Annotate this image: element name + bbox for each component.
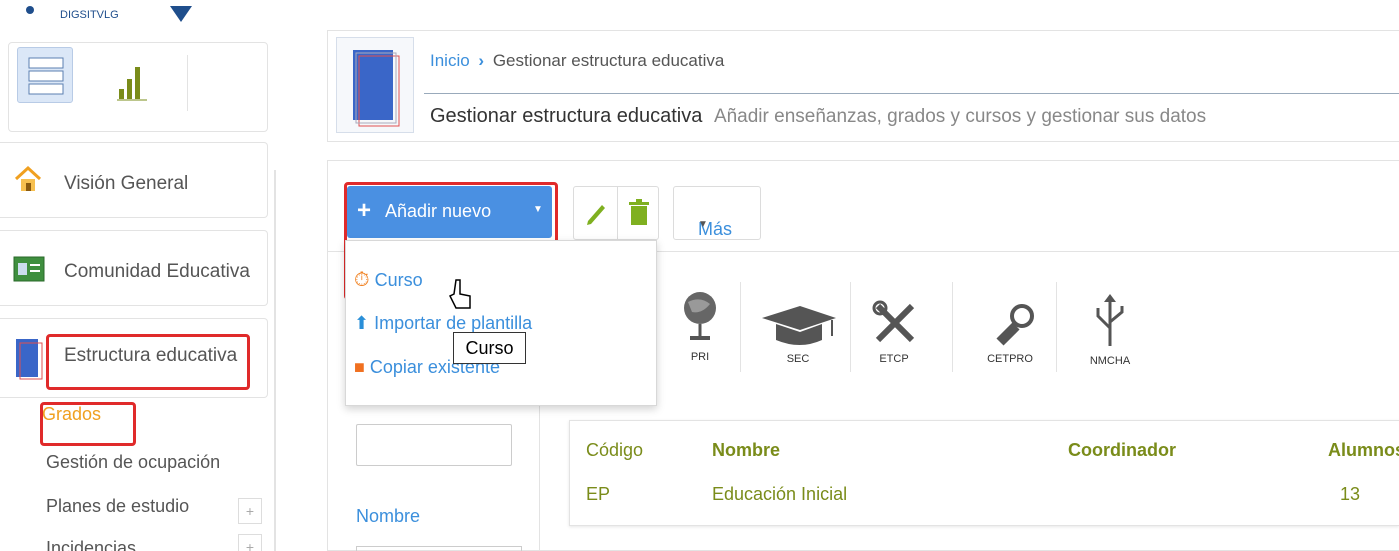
pencil-icon[interactable]: [584, 199, 608, 232]
sidebar-item-comunidad-educativa[interactable]: Comunidad Educativa: [0, 230, 268, 306]
level-pri[interactable]: PRI: [680, 286, 720, 363]
tools-icon: [872, 300, 915, 343]
subnav-planes-estudio[interactable]: Planes de estudio: [46, 496, 189, 517]
home-icon: [12, 163, 44, 200]
level-cetpro[interactable]: CETPRO: [980, 300, 1040, 365]
level-code: SEC: [786, 353, 810, 365]
page-title-text: Gestionar estructura educativa: [430, 105, 703, 127]
cell-nombre[interactable]: Educación Inicial: [712, 484, 847, 505]
divider: [1056, 282, 1057, 372]
logo-icon: DIGSITVLG: [26, 6, 192, 22]
dropdown-item-label: Curso: [374, 270, 423, 290]
add-new-dropdown: ⏱ Curso ⬆ Importar de plantilla ■ Copiar…: [345, 240, 657, 406]
plus-icon: +: [357, 197, 372, 224]
sidebar-border: [274, 170, 276, 551]
level-code: ETCP: [879, 353, 909, 365]
level-sec[interactable]: SEC: [758, 300, 838, 365]
divider: [850, 282, 851, 372]
column-header-alumnos[interactable]: Alumnos: [1328, 440, 1399, 461]
logo-text: DIGSITVLG: [60, 9, 119, 21]
sidebar-logo: DIGSITVLG: [20, 0, 220, 36]
cell-codigo[interactable]: EP: [586, 484, 610, 505]
column-header-coordinador[interactable]: Coordinador: [1068, 440, 1176, 461]
stopwatch-icon: ⏱: [354, 269, 370, 291]
divider: [740, 282, 741, 372]
edit-delete-group: [573, 186, 659, 240]
column-header-nombre[interactable]: Nombre: [712, 440, 780, 461]
subnav-grados[interactable]: Grados: [42, 404, 101, 425]
sidebar-mode-switcher: [8, 42, 268, 132]
data-table: [569, 420, 1399, 526]
page-title: Gestionar estructura educativa Añadir en…: [430, 105, 1206, 128]
trash-icon[interactable]: [628, 199, 650, 232]
level-code: NMCHA: [1089, 355, 1131, 367]
page-header: Inicio › Gestionar estructura educativa …: [327, 30, 1399, 142]
hand-cursor-icon: [448, 278, 474, 317]
breadcrumb: Inicio › Gestionar estructura educativa: [430, 51, 724, 71]
sidebar-item-label: Estructura educativa: [64, 345, 238, 366]
more-button[interactable]: Más ▼: [673, 186, 761, 240]
sidebar-item-label: Comunidad Educativa: [64, 261, 250, 282]
name-filter-input[interactable]: [356, 546, 522, 551]
graduation-cap-icon: [762, 306, 836, 345]
add-new-label: Añadir nuevo: [385, 201, 492, 221]
divider: [187, 55, 188, 111]
list-view-icon[interactable]: [17, 47, 73, 103]
book-icon: [336, 37, 414, 133]
stats-view-icon[interactable]: [117, 61, 147, 101]
page-subtitle: Añadir enseñanzas, grados y cursos y ges…: [713, 106, 1207, 127]
cell-alumnos: 13: [1340, 484, 1361, 504]
usb-icon: [1096, 294, 1124, 346]
tooltip: Curso: [453, 332, 526, 364]
chevron-down-icon: ▼: [698, 219, 708, 230]
level-nmcha[interactable]: NMCHA: [1080, 292, 1140, 367]
import-icon: ⬆: [354, 313, 370, 333]
level-etcp[interactable]: ETCP: [872, 300, 916, 365]
expand-planes-button[interactable]: +: [238, 498, 262, 524]
filter-name-label: Nombre: [356, 506, 421, 526]
level-code: PRI: [690, 351, 710, 363]
breadcrumb-home-link[interactable]: Inicio: [430, 51, 470, 70]
filter-panel: [340, 400, 540, 551]
subnav-incidencias[interactable]: Incidencias: [46, 538, 136, 551]
sidebar-item-estructura-educativa[interactable]: Estructura educativa: [0, 318, 268, 398]
sidebar-item-label: Visión General: [64, 173, 189, 194]
expand-incidencias-button[interactable]: +: [238, 534, 262, 551]
book-icon: [14, 337, 44, 386]
id-card-icon: [12, 253, 46, 290]
subnav-gestion-ocupacion[interactable]: Gestión de ocupación: [46, 452, 220, 473]
filter-input[interactable]: [356, 424, 512, 466]
divider: [952, 282, 953, 372]
dropdown-item-importar[interactable]: ⬆ Importar de plantilla: [354, 313, 532, 334]
sidebar-item-vision-general[interactable]: Visión General: [0, 142, 268, 218]
add-new-button[interactable]: + Añadir nuevo ▼: [347, 186, 552, 238]
wrench-icon: [996, 304, 1034, 346]
chevron-down-icon[interactable]: ▼: [533, 204, 543, 215]
copy-icon: ■: [354, 357, 365, 377]
divider: [617, 187, 618, 239]
column-header-codigo[interactable]: Código: [586, 440, 643, 461]
breadcrumb-separator: ›: [478, 51, 485, 70]
breadcrumb-current: Gestionar estructura educativa: [492, 51, 725, 70]
level-code: CETPRO: [987, 353, 1033, 365]
sidebar: DIGSITVLG Visión General Comunidad Educa…: [0, 0, 285, 551]
divider: [424, 93, 1399, 94]
globe-icon: [684, 292, 716, 340]
dropdown-item-curso[interactable]: ⏱ Curso: [354, 269, 423, 292]
